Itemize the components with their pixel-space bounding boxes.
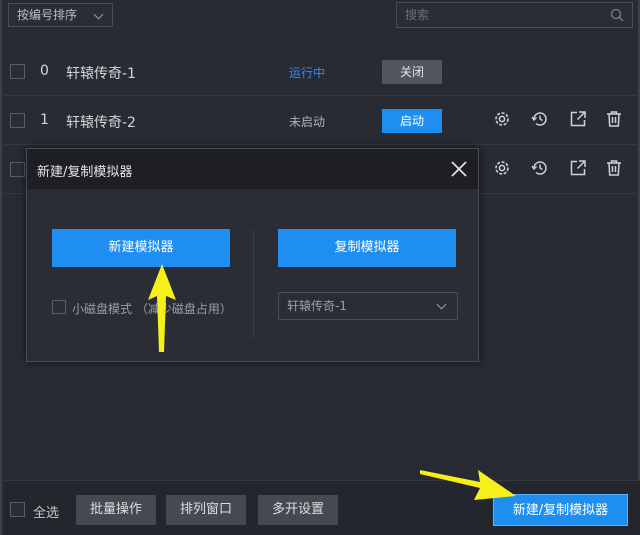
dialog-title: 新建/复制模拟器 (37, 165, 133, 180)
sort-select-label: 按编号排序 (17, 8, 78, 22)
external-link-icon[interactable] (568, 109, 588, 129)
trash-icon[interactable] (604, 158, 624, 178)
history-icon[interactable] (530, 109, 550, 129)
annotation-arrow-right-icon (420, 470, 516, 500)
settings-gear-icon[interactable] (492, 109, 512, 129)
emulator-name: 轩辕传奇-2 (66, 115, 136, 131)
row-checkbox[interactable] (10, 64, 25, 79)
settings-gear-icon[interactable] (492, 158, 512, 178)
status-text: 运行中 (289, 66, 326, 80)
status-text: 未启动 (289, 115, 326, 129)
copy-source-select[interactable]: 轩辕传奇-1 (278, 292, 458, 320)
search-input[interactable] (397, 3, 597, 27)
row-checkbox[interactable] (10, 162, 25, 177)
row-index: 0 (40, 63, 49, 79)
select-all-label: 全选 (33, 506, 60, 521)
sort-select[interactable]: 按编号排序 (8, 3, 113, 27)
history-icon[interactable] (530, 158, 550, 178)
emulator-manager-window: 按编号排序 0 轩辕传奇-1 运行中 关闭 1 轩辕传奇-2 未启动 启动 (0, 0, 640, 535)
annotation-arrow-up-icon (148, 264, 176, 352)
dialog-header: 新建/复制模拟器 (27, 149, 478, 189)
new-emulator-button[interactable]: 新建模拟器 (52, 229, 230, 267)
row-index: 1 (40, 112, 49, 128)
small-disk-checkbox[interactable] (52, 300, 66, 314)
copy-source-value: 轩辕传奇-1 (287, 299, 347, 313)
bottom-toolbar: 全选 批量操作 排列窗口 多开设置 新建/复制模拟器 (4, 480, 640, 535)
table-row: 1 轩辕传奇-2 未启动 启动 (4, 97, 640, 145)
table-row: 0 轩辕传奇-1 运行中 关闭 (4, 48, 640, 96)
select-all-checkbox[interactable] (10, 502, 25, 517)
external-link-icon[interactable] (568, 158, 588, 178)
new-copy-dialog: 新建/复制模拟器 新建模拟器 复制模拟器 小磁盘模式 （减少磁盘占用） 轩辕传奇… (26, 148, 479, 362)
multi-instance-settings-button[interactable]: 多开设置 (258, 495, 338, 525)
batch-operation-button[interactable]: 批量操作 (76, 495, 156, 525)
arrange-windows-button[interactable]: 排列窗口 (166, 495, 246, 525)
search-icon[interactable] (610, 8, 624, 22)
close-icon[interactable] (450, 160, 468, 178)
dialog-divider (253, 229, 254, 339)
close-button[interactable]: 关闭 (382, 60, 442, 84)
chevron-down-icon (436, 299, 447, 310)
emulator-name: 轩辕传奇-1 (66, 66, 136, 82)
start-button[interactable]: 启动 (382, 109, 442, 133)
trash-icon[interactable] (604, 109, 624, 129)
chevron-down-icon (93, 9, 104, 20)
search-box (396, 2, 633, 28)
copy-emulator-button[interactable]: 复制模拟器 (278, 229, 456, 267)
row-checkbox[interactable] (10, 113, 25, 128)
